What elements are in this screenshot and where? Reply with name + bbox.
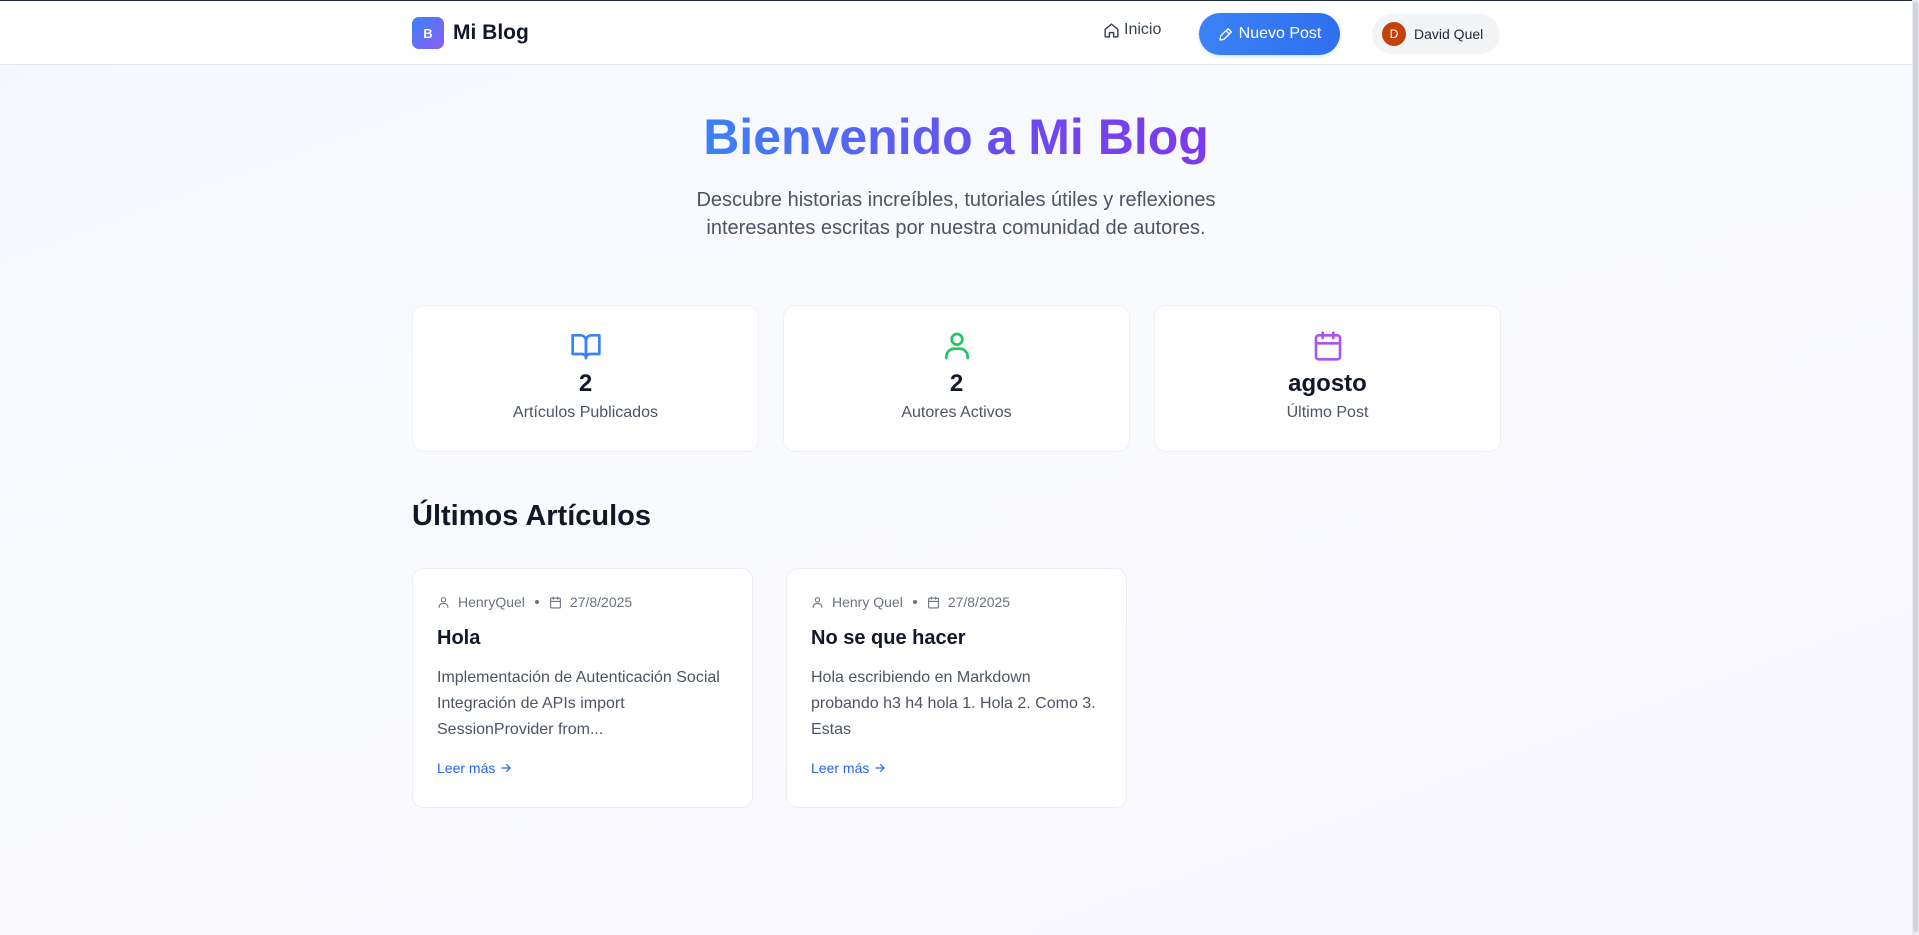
arrow-right-icon — [501, 763, 512, 773]
vertical-scrollbar[interactable] — [1912, 0, 1919, 935]
read-more-label: Leer más — [811, 760, 870, 776]
post-date: 27/8/2025 — [569, 594, 633, 610]
section-title: Últimos Artículos — [412, 500, 652, 532]
read-more-label: Leer más — [437, 760, 496, 776]
post-excerpt: Implementación de Autenticación Social I… — [437, 669, 720, 738]
separator-dot — [912, 600, 917, 604]
logo-text: Mi Blog — [453, 21, 529, 44]
stat-card-articles: 2 Artículos Publicados — [412, 305, 759, 452]
hero-title: Bienvenido a Mi Blog — [0, 108, 1912, 166]
book-open-icon — [570, 334, 601, 360]
post-meta: Henry Quel 27/8/2025 — [811, 593, 1102, 611]
calendar-icon — [550, 596, 561, 608]
post-title[interactable]: Hola — [437, 627, 728, 650]
user-icon — [812, 596, 823, 608]
post-author: Henry Quel — [832, 594, 903, 610]
post-title[interactable]: No se que hacer — [811, 627, 1102, 650]
stat-label: Artículos Publicados — [513, 404, 658, 421]
avatar: D — [1382, 22, 1406, 46]
top-navbar: B Mi Blog Inicio Nuevo Post D David Quel — [0, 1, 1912, 65]
arrow-right-icon — [875, 763, 886, 773]
home-icon — [1104, 22, 1119, 38]
separator-dot — [534, 600, 539, 604]
post-card[interactable]: Henry Quel 27/8/2025 No se que hacer Hol… — [786, 568, 1127, 808]
new-post-button[interactable]: Nuevo Post — [1199, 13, 1340, 55]
stat-value: 2 — [949, 370, 964, 397]
read-more-link[interactable]: Leer más — [811, 760, 1102, 776]
logo-badge: B — [412, 17, 444, 49]
pen-icon — [1218, 28, 1232, 41]
read-more-link[interactable]: Leer más — [437, 760, 728, 776]
user-icon — [944, 332, 969, 360]
post-author: HenryQuel — [458, 594, 525, 610]
stat-card-last-post: agosto Último Post — [1154, 305, 1501, 452]
user-menu-button[interactable]: D David Quel — [1372, 14, 1500, 54]
stat-value: 2 — [578, 370, 593, 397]
stat-label: Autores Activos — [901, 404, 1012, 421]
hero-title-text: Bienvenido a Mi Blog — [703, 109, 1209, 165]
stat-card-authors: 2 Autores Activos — [783, 305, 1130, 452]
calendar-icon — [927, 596, 939, 608]
hero-subtitle: Descubre historias increíbles, tutoriale… — [696, 189, 1216, 239]
stat-label: Último Post — [1286, 404, 1369, 421]
scrollbar-thumb[interactable] — [1913, 2, 1918, 932]
user-icon — [438, 596, 449, 608]
stat-value: agosto — [1288, 370, 1367, 397]
post-excerpt: Hola escribiendo en Markdown probando h3… — [811, 669, 1096, 738]
user-name: David Quel — [1414, 26, 1484, 42]
new-post-label: Nuevo Post — [1238, 25, 1322, 42]
site-logo[interactable]: B Mi Blog — [412, 17, 529, 49]
calendar-icon — [1314, 331, 1341, 361]
post-meta: HenryQuel 27/8/2025 — [437, 593, 728, 611]
nav-home-link[interactable]: Inicio — [1103, 21, 1161, 39]
nav-home-label: Inicio — [1124, 21, 1162, 38]
post-card[interactable]: HenryQuel 27/8/2025 Hola Implementación … — [412, 568, 753, 808]
post-date: 27/8/2025 — [947, 594, 1011, 610]
